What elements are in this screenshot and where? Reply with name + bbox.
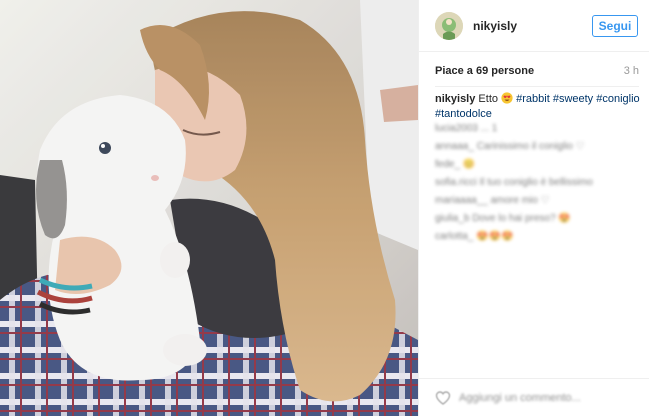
photo-illustration <box>0 0 418 416</box>
caption-text: Etto <box>478 93 498 105</box>
heart-eyes-emoji-icon <box>501 92 513 104</box>
post-photo[interactable] <box>0 0 418 416</box>
comment-item[interactable]: sofia.ricci Il tuo coniglio è bellissimo <box>435 176 639 189</box>
likes-count[interactable]: Piace a 69 persone <box>435 65 534 77</box>
username-link[interactable]: nikyisly <box>473 19 592 33</box>
post-time[interactable]: 3 h <box>624 65 639 77</box>
comments-list: lucia2003 ... 1 annaaa_ Carinissimo il c… <box>435 122 639 248</box>
comment-item[interactable]: lucia2003 ... 1 <box>435 122 639 135</box>
comment-item[interactable]: annaaa_ Carinissimo il coniglio ♡ <box>435 140 639 153</box>
post-header: nikyisly Segui <box>419 0 649 52</box>
instagram-post: nikyisly Segui Piace a 69 persone 3 h ni… <box>0 0 649 416</box>
comment-item[interactable]: carlotta_ 😍😍😍 <box>435 230 639 243</box>
post-caption: nikyisly Etto #rabbit #sweety #coniglio … <box>435 92 641 122</box>
comment-item[interactable]: mariaaaa__ amore mio ♡ <box>435 194 639 207</box>
hashtag-link[interactable]: #tantodolce <box>435 108 492 120</box>
avatar[interactable] <box>435 11 463 40</box>
follow-button[interactable]: Segui <box>592 14 638 37</box>
heart-icon[interactable] <box>435 390 451 406</box>
comment-item[interactable]: giulia_b Dove lo hai preso? 😍 <box>435 212 639 225</box>
caption-username[interactable]: nikyisly <box>435 93 475 105</box>
comment-item[interactable]: fede_ 😊 <box>435 158 639 171</box>
likes-row: Piace a 69 persone 3 h <box>435 65 639 77</box>
hashtag-link[interactable]: #rabbit <box>516 93 550 105</box>
hashtag-link[interactable]: #sweety <box>553 93 593 105</box>
divider <box>435 86 639 87</box>
post-side-panel: nikyisly Segui Piace a 69 persone 3 h ni… <box>418 0 649 416</box>
comment-bar <box>419 378 649 416</box>
hashtag-link[interactable]: #coniglio <box>596 93 639 105</box>
comment-input[interactable] <box>459 391 619 404</box>
avatar-image <box>435 11 463 40</box>
